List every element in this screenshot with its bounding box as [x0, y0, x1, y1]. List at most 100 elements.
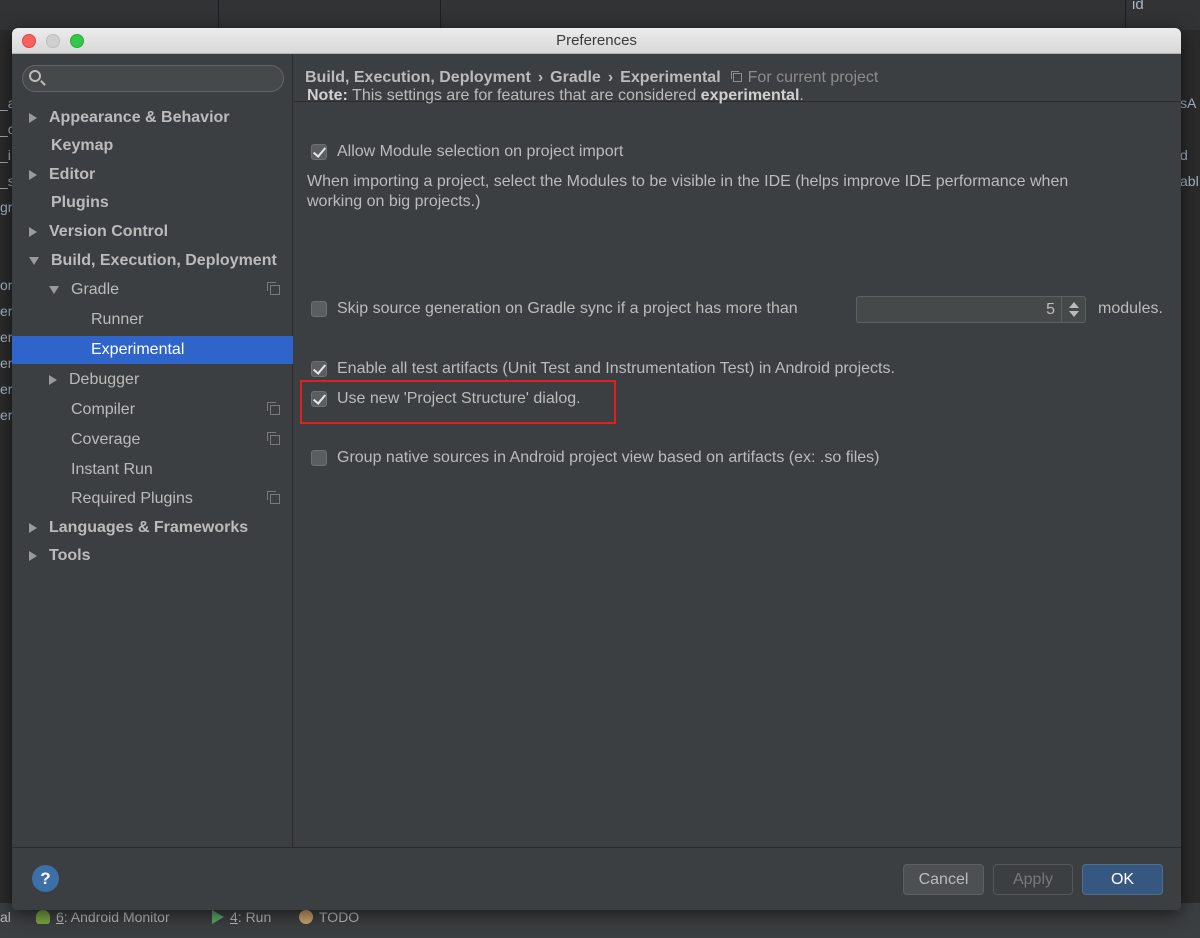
- sidebar-item-gradle[interactable]: Gradle: [12, 276, 293, 304]
- breadcrumb-separator: ›: [607, 68, 614, 86]
- collapse-arrow-icon[interactable]: [29, 257, 39, 265]
- sidebar-item-tools[interactable]: Tools: [12, 542, 293, 570]
- enable-test-artifacts-label: Enable all test artifacts (Unit Test and…: [337, 360, 895, 377]
- project-level-icon: [267, 282, 280, 295]
- project-scope-label: For current project: [730, 69, 878, 87]
- group-native-sources-label: Group native sources in Android project …: [337, 449, 880, 466]
- preferences-dialog: Preferences Appearance & Behavior Keymap E…: [12, 28, 1181, 910]
- breadcrumb-separator: ›: [537, 68, 544, 86]
- sidebar-item-label: Editor: [49, 166, 96, 183]
- code-fragment: on: [0, 277, 12, 293]
- sidebar-item-languages-frameworks[interactable]: Languages & Frameworks: [12, 514, 293, 542]
- code-fragment: _a: [0, 95, 12, 111]
- expand-arrow-icon[interactable]: [49, 375, 57, 385]
- spinner-buttons[interactable]: [1061, 297, 1085, 322]
- expand-arrow-icon[interactable]: [29, 523, 37, 533]
- sidebar-item-debugger[interactable]: Debugger: [12, 366, 293, 394]
- enable-test-artifacts-option[interactable]: Enable all test artifacts (Unit Test and…: [311, 360, 895, 378]
- sidebar-item-version-control[interactable]: Version Control: [12, 218, 293, 246]
- ide-right-code-fragments: sA d abl: [1180, 90, 1200, 200]
- code-fragment: er: [0, 329, 12, 345]
- skip-source-generation-checkbox[interactable]: [311, 301, 327, 317]
- sidebar-item-label: Appearance & Behavior: [49, 109, 230, 126]
- android-monitor-tab[interactable]: 6: Android Monitor: [36, 909, 170, 925]
- skip-source-generation-option[interactable]: Skip source generation on Gradle sync if…: [311, 300, 798, 318]
- red-highlight-annotation: [300, 380, 616, 424]
- allow-module-selection-description: When importing a project, select the Mod…: [307, 173, 1069, 210]
- dialog-footer: ? Cancel Apply OK: [12, 847, 1181, 910]
- expand-arrow-icon[interactable]: [29, 170, 37, 180]
- settings-panel: Build, Execution, Deployment › Gradle › …: [294, 54, 1181, 847]
- code-fragment: er: [0, 381, 12, 397]
- project-level-icon: [267, 491, 280, 504]
- code-fragment: abl: [1180, 173, 1199, 189]
- ide-left-code-fragments: _a _c _i _s gr on er er er er er: [0, 90, 12, 450]
- bottom-left-fragment: al: [0, 909, 11, 925]
- sidebar-item-plugins[interactable]: Plugins: [12, 189, 293, 217]
- ok-button[interactable]: OK: [1082, 864, 1163, 895]
- run-icon: [212, 910, 224, 924]
- apply-button[interactable]: Apply: [993, 864, 1073, 895]
- expand-arrow-icon[interactable]: [29, 113, 37, 123]
- module-count-spinner[interactable]: [856, 296, 1086, 323]
- code-fragment: er: [0, 355, 12, 371]
- code-fragment: gr: [0, 199, 12, 215]
- sidebar-item-editor[interactable]: Editor: [12, 161, 293, 189]
- cancel-button[interactable]: Cancel: [903, 864, 984, 895]
- settings-search[interactable]: [22, 65, 284, 92]
- sidebar-item-label: Required Plugins: [71, 490, 193, 507]
- sidebar-item-label: Tools: [49, 547, 91, 564]
- sidebar-item-label: Compiler: [71, 401, 136, 418]
- sidebar-item-label: Instant Run: [71, 461, 153, 478]
- code-fragment: er: [0, 407, 12, 423]
- code-fragment: [0, 220, 12, 246]
- enable-test-artifacts-checkbox[interactable]: [311, 361, 327, 377]
- sidebar-item-label: Plugins: [51, 194, 109, 211]
- sidebar-item-instant-run[interactable]: Instant Run: [12, 456, 293, 484]
- sidebar-item-label: Debugger: [69, 371, 140, 388]
- modules-suffix-label: modules.: [1098, 300, 1163, 317]
- editor-text-fragment: id: [1132, 0, 1144, 13]
- todo-tab[interactable]: TODO: [299, 909, 359, 925]
- sidebar-item-build-execution-deployment[interactable]: Build, Execution, Deployment: [12, 247, 293, 275]
- search-input[interactable]: [49, 69, 277, 89]
- allow-module-selection-option[interactable]: Allow Module selection on project import: [311, 143, 623, 161]
- group-native-sources-option[interactable]: Group native sources in Android project …: [311, 449, 879, 467]
- spinner-down-icon[interactable]: [1069, 311, 1079, 317]
- editor-column-divider: [218, 0, 219, 30]
- ide-editor-tabs: id: [0, 0, 1200, 30]
- help-button[interactable]: ?: [32, 865, 59, 892]
- project-scope-icon: [730, 71, 742, 82]
- run-tab[interactable]: 4: Run: [212, 909, 271, 925]
- allow-module-selection-checkbox[interactable]: [311, 144, 327, 160]
- project-level-icon: [267, 402, 280, 415]
- sidebar-item-appearance-behavior[interactable]: Appearance & Behavior: [12, 104, 293, 132]
- expand-arrow-icon[interactable]: [29, 227, 37, 237]
- sidebar-item-keymap[interactable]: Keymap: [12, 132, 293, 160]
- sidebar-item-runner[interactable]: Runner: [12, 306, 293, 334]
- sidebar-item-label: Coverage: [71, 431, 141, 448]
- module-count-input[interactable]: [863, 300, 1055, 320]
- sidebar-item-label: Runner: [91, 311, 144, 328]
- sidebar-item-compiler[interactable]: Compiler: [12, 396, 293, 424]
- spinner-up-icon[interactable]: [1069, 302, 1079, 308]
- expand-arrow-icon[interactable]: [29, 551, 37, 561]
- code-fragment: sA: [1180, 95, 1197, 111]
- code-fragment: _i: [0, 147, 11, 163]
- experimental-note: Note: This settings are for features tha…: [307, 87, 804, 104]
- breadcrumb-item: Gradle: [550, 68, 601, 86]
- sidebar-item-required-plugins[interactable]: Required Plugins: [12, 485, 293, 513]
- todo-icon: [299, 910, 313, 924]
- sidebar-item-coverage[interactable]: Coverage: [12, 426, 293, 454]
- sidebar-item-label: Languages & Frameworks: [49, 519, 249, 536]
- collapse-arrow-icon[interactable]: [49, 286, 59, 294]
- sidebar-item-experimental[interactable]: Experimental: [12, 336, 293, 364]
- sidebar-item-label: Gradle: [71, 281, 120, 298]
- group-native-sources-checkbox[interactable]: [311, 450, 327, 466]
- code-fragment: er: [0, 303, 12, 319]
- editor-column-divider: [1125, 0, 1126, 30]
- sidebar-item-label: Experimental: [91, 341, 185, 358]
- project-level-icon: [267, 432, 280, 445]
- code-fragment: d: [1180, 147, 1188, 163]
- window-title: Preferences: [556, 32, 637, 49]
